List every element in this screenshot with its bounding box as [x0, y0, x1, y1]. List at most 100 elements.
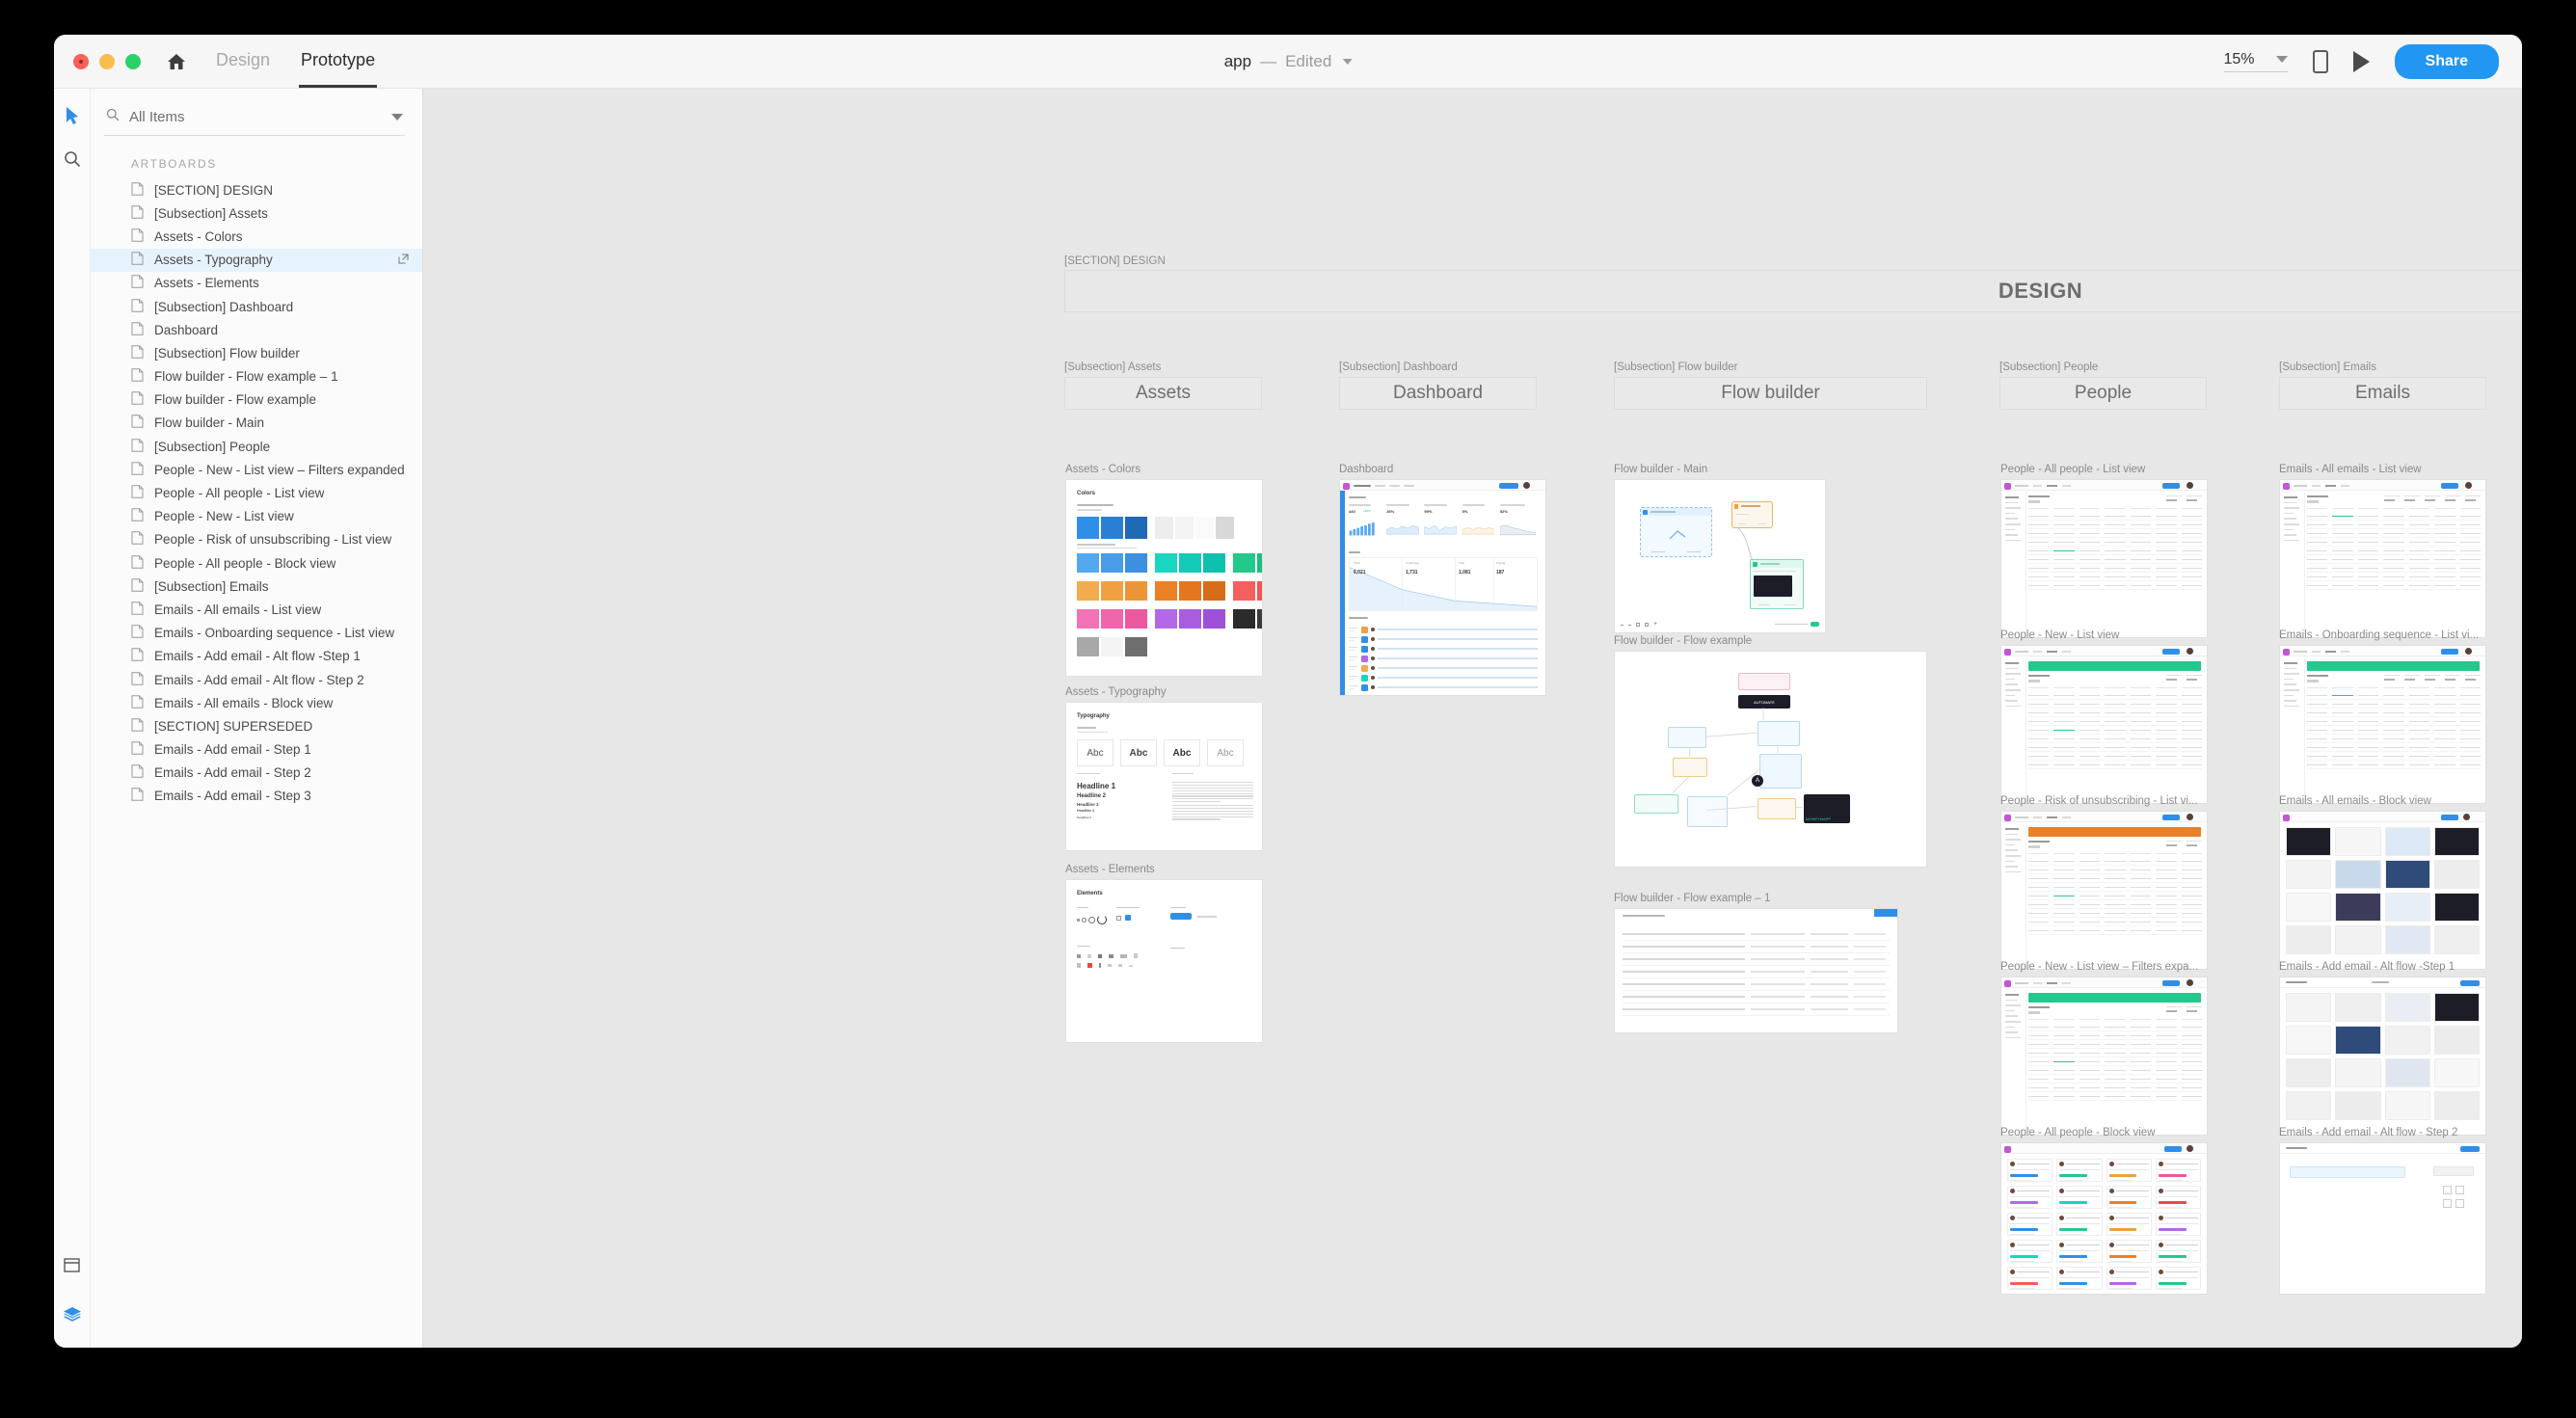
- subsection-banner-people[interactable]: People: [1999, 377, 2207, 410]
- mini-sidebar: [2001, 658, 2026, 803]
- close-button[interactable]: [73, 53, 89, 69]
- artboard-thumb-assets-typography[interactable]: Typography Abc Abc Abc Abc Headline 1 He…: [1065, 702, 1263, 851]
- artboard-icon[interactable]: [64, 1258, 80, 1277]
- tab-design[interactable]: Design: [214, 35, 272, 88]
- toolbar-right: 15% Share: [2223, 43, 2523, 79]
- artboard-list-item[interactable]: Flow builder - Flow example – 1: [91, 365, 422, 388]
- artboard-list-item[interactable]: Emails - Add email - Alt flow - Step 2: [91, 668, 422, 691]
- artboard-list-item[interactable]: Emails - All emails - List view: [91, 598, 422, 621]
- artboard-thumb-emails-list[interactable]: [2279, 479, 2486, 638]
- subsection-banner-text: Dashboard: [1393, 383, 1483, 403]
- mini-media-tile: [2433, 1026, 2480, 1055]
- subsection-banner-flowbuilder[interactable]: Flow builder: [1614, 377, 1927, 410]
- phone-icon[interactable]: [2312, 49, 2328, 73]
- artboard-list-item[interactable]: Assets - Colors: [91, 225, 422, 248]
- artboard-thumb-people-risk[interactable]: [2000, 811, 2208, 970]
- artboard-thumb-emails-altflow-1[interactable]: [2279, 977, 2486, 1136]
- artboard-list-item[interactable]: Emails - All emails - Block view: [91, 691, 422, 714]
- artboard-list-item[interactable]: [Subsection] Emails: [91, 575, 422, 598]
- artboard-list-item[interactable]: Emails - Add email - Alt flow -Step 1: [91, 645, 422, 668]
- artboard-thumb-dashboard[interactable]: 440 +20% 26% 99% 5% 52% Total 6,021 Conf…: [1339, 479, 1546, 696]
- artboard-thumb-people-list[interactable]: [2000, 479, 2208, 638]
- text-line: [1172, 787, 1253, 789]
- maximize-button[interactable]: [125, 53, 141, 69]
- artboard-thumb-people-filters[interactable]: [2000, 977, 2208, 1136]
- mini-breadcrumb: [2015, 485, 2071, 487]
- chevron-down-icon[interactable]: [391, 114, 403, 120]
- artboard-list-item[interactable]: Emails - Add email - Step 2: [91, 762, 422, 785]
- artboard-list-item-label: Emails - All emails - List view: [154, 602, 322, 617]
- page-icon: [131, 321, 144, 338]
- artboard-list-item[interactable]: [Subsection] Flow builder: [91, 341, 422, 364]
- artboard-thumb-people-block[interactable]: [2000, 1142, 2208, 1295]
- activity-row: [1349, 634, 1538, 644]
- artboard-list-item[interactable]: [SECTION] SUPERSEDED: [91, 714, 422, 737]
- artboard-list-item[interactable]: People - All people - List view: [91, 481, 422, 504]
- minimize-button[interactable]: [99, 53, 115, 69]
- artboard-list-item[interactable]: [Subsection] Assets: [91, 201, 422, 225]
- sidebar-filter[interactable]: All Items: [104, 102, 405, 136]
- artboard-thumb-people-new[interactable]: [2000, 645, 2208, 804]
- tab-prototype[interactable]: Prototype: [299, 35, 378, 88]
- artboard-list-item[interactable]: [Subsection] Dashboard: [91, 295, 422, 318]
- artboard-thumb-flow-example[interactable]: AUTOMATE MONEYMAPP A: [1614, 651, 1927, 868]
- mini-media-tile: [2384, 827, 2430, 856]
- mini-logo: [2004, 648, 2011, 655]
- page-icon: [131, 415, 144, 431]
- page-icon: [131, 275, 144, 291]
- layers-icon[interactable]: [63, 1306, 82, 1328]
- artboard-list-item[interactable]: Assets - Elements: [91, 272, 422, 295]
- artboard-list-item[interactable]: Dashboard: [91, 318, 422, 341]
- artboard-list-item[interactable]: Emails - Add email - Step 1: [91, 738, 422, 762]
- mini-card: [2056, 1213, 2103, 1236]
- page-icon: [131, 508, 144, 524]
- artboard-list-item[interactable]: Emails - Onboarding sequence - List view: [91, 622, 422, 645]
- artboard-thumb-emails-altflow-2[interactable]: [2279, 1142, 2486, 1295]
- artboard-thumb-emails-block[interactable]: [2279, 811, 2486, 970]
- artboard-list-item[interactable]: [SECTION] DESIGN: [91, 178, 422, 201]
- artboard-thumb-flow-main[interactable]: +: [1614, 479, 1826, 633]
- search-icon[interactable]: [64, 150, 81, 168]
- artboard-list-item[interactable]: Assets - Typography: [91, 248, 422, 272]
- artboard-list-item[interactable]: [Subsection] People: [91, 435, 422, 458]
- artboard-list-item[interactable]: People - New - List view: [91, 505, 422, 528]
- artboard-list-item[interactable]: Flow builder - Flow example: [91, 388, 422, 412]
- mini-card: [2007, 1186, 2053, 1209]
- external-link-icon[interactable]: [398, 253, 409, 267]
- mini-primary-button: [2441, 482, 2458, 489]
- play-icon[interactable]: [2352, 50, 2370, 72]
- page-icon: [131, 485, 144, 501]
- artboard-label: Assets - Typography: [1065, 686, 1167, 698]
- search-input[interactable]: All Items: [129, 109, 382, 125]
- cursor-arrow-icon[interactable]: [65, 106, 80, 125]
- subsection-banner-assets[interactable]: Assets: [1064, 377, 1262, 410]
- artboard-list-item-label: Emails - Add email - Step 1: [154, 742, 311, 758]
- subsection-banner-dashboard[interactable]: Dashboard: [1339, 377, 1537, 410]
- artboard-list-item[interactable]: People - New - List view – Filters expan…: [91, 458, 422, 481]
- home-icon[interactable]: [166, 52, 187, 71]
- artboard-thumb-emails-onboarding[interactable]: [2279, 645, 2486, 804]
- artboard-thumb-assets-elements[interactable]: Elements: [1065, 879, 1263, 1043]
- share-button[interactable]: Share: [2394, 43, 2499, 79]
- artboard-thumb-assets-colors[interactable]: Colors: [1065, 479, 1263, 677]
- mini-media-tile: [2384, 860, 2430, 889]
- artboard-list-item[interactable]: People - All people - Block view: [91, 551, 422, 575]
- headline-sample: Headline 1: [1077, 782, 1116, 790]
- artboards-sidebar: All Items ARTBOARDS [SECTION] DESIGN [Sub…: [91, 89, 423, 1348]
- artboard-thumb-flow-example-1[interactable]: [1614, 908, 1898, 1033]
- section-banner[interactable]: DESIGN: [1064, 270, 2522, 312]
- artboard-list-item[interactable]: People - Risk of unsubscribing - List vi…: [91, 528, 422, 551]
- mini-card: [2106, 1240, 2152, 1263]
- mini-media-tile: [2433, 993, 2480, 1022]
- chevron-down-icon[interactable]: [2275, 56, 2288, 63]
- mini-media-tile: [2384, 1058, 2430, 1087]
- sidebar-section-label: ARTBOARDS: [131, 157, 217, 171]
- design-canvas[interactable]: [SECTION] DESIGN DESIGN [Subsection] Ass…: [423, 89, 2522, 1348]
- mini-card: [2056, 1267, 2103, 1290]
- artboard-list-item[interactable]: Emails - Add email - Step 3: [91, 785, 422, 808]
- chevron-down-icon[interactable]: [1342, 58, 1353, 65]
- artboard-list-item[interactable]: Flow builder - Main: [91, 412, 422, 435]
- mini-sidebar: [2001, 493, 2026, 637]
- zoom-control[interactable]: 15%: [2223, 51, 2288, 72]
- subsection-banner-emails[interactable]: Emails: [2279, 377, 2486, 410]
